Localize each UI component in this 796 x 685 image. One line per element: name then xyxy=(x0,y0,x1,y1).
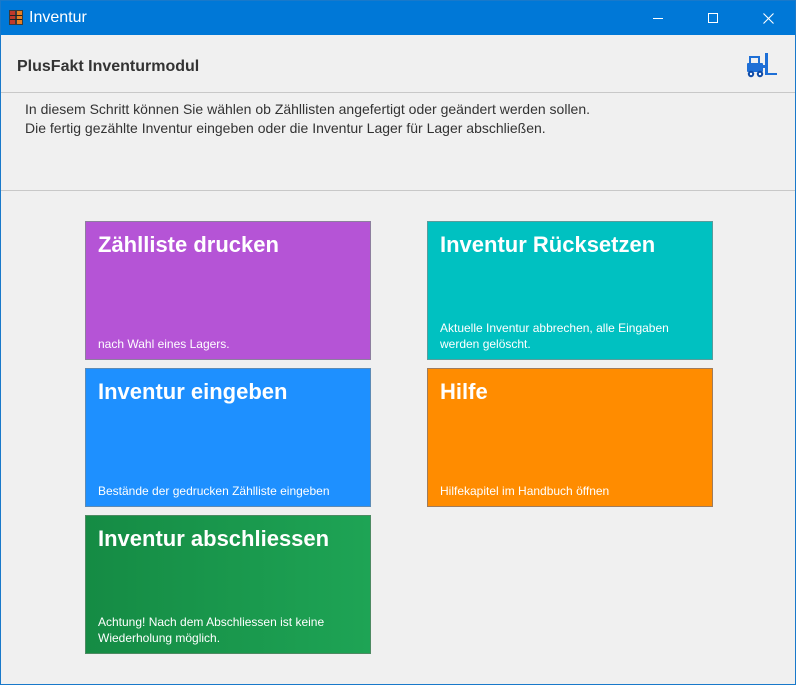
tile-subtitle: Achtung! Nach dem Abschliessen ist keine… xyxy=(98,615,325,645)
description-line: Die fertig gezählte Inventur eingeben od… xyxy=(25,120,546,136)
tile-subtitle: Aktuelle Inventur abbrechen, alle Eingab… xyxy=(440,321,669,351)
module-header: PlusFakt Inventurmodul xyxy=(1,36,795,93)
minimize-button[interactable] xyxy=(635,1,681,35)
tile-title: Inventur eingeben xyxy=(98,379,288,404)
app-icon xyxy=(8,9,24,26)
tile-zaehlliste-drucken[interactable]: Zählliste drucken nach Wahl eines Lagers… xyxy=(85,221,371,360)
tile-inventur-eingeben[interactable]: Inventur eingeben Bestände der gedrucken… xyxy=(85,368,371,507)
minimize-icon xyxy=(653,18,663,19)
forklift-icon xyxy=(745,51,779,81)
tile-hilfe[interactable]: Hilfe Hilfekapitel im Handbuch öffnen xyxy=(427,368,713,507)
tile-inventur-abschliessen[interactable]: Inventur abschliessen Achtung! Nach dem … xyxy=(85,515,371,654)
divider xyxy=(1,190,795,191)
tile-inventur-ruecksetzen[interactable]: Inventur Rücksetzen Aktuelle Inventur ab… xyxy=(427,221,713,360)
tile-title: Hilfe xyxy=(440,379,488,404)
tile-subtitle: Bestände der gedrucken Zählliste eingebe… xyxy=(98,484,330,498)
step-description: In diesem Schritt können Sie wählen ob Z… xyxy=(25,100,590,138)
tile-title: Zählliste drucken xyxy=(98,232,279,257)
tile-subtitle: Hilfekapitel im Handbuch öffnen xyxy=(440,484,610,498)
window-title: Inventur xyxy=(29,9,87,26)
title-bar[interactable]: Inventur xyxy=(1,1,795,35)
tile-title: Inventur abschliessen xyxy=(98,526,330,551)
maximize-button[interactable] xyxy=(690,1,736,35)
page-title: PlusFakt Inventurmodul xyxy=(17,58,200,75)
maximize-icon xyxy=(708,13,718,23)
close-button[interactable] xyxy=(745,1,791,35)
tile-subtitle: nach Wahl eines Lagers. xyxy=(98,337,230,351)
description-line: In diesem Schritt können Sie wählen ob Z… xyxy=(25,101,591,117)
app-window: Inventur PlusFakt Inventurmodul In diese… xyxy=(0,0,796,685)
tile-title: Inventur Rücksetzen xyxy=(440,232,656,257)
close-icon xyxy=(762,12,774,24)
